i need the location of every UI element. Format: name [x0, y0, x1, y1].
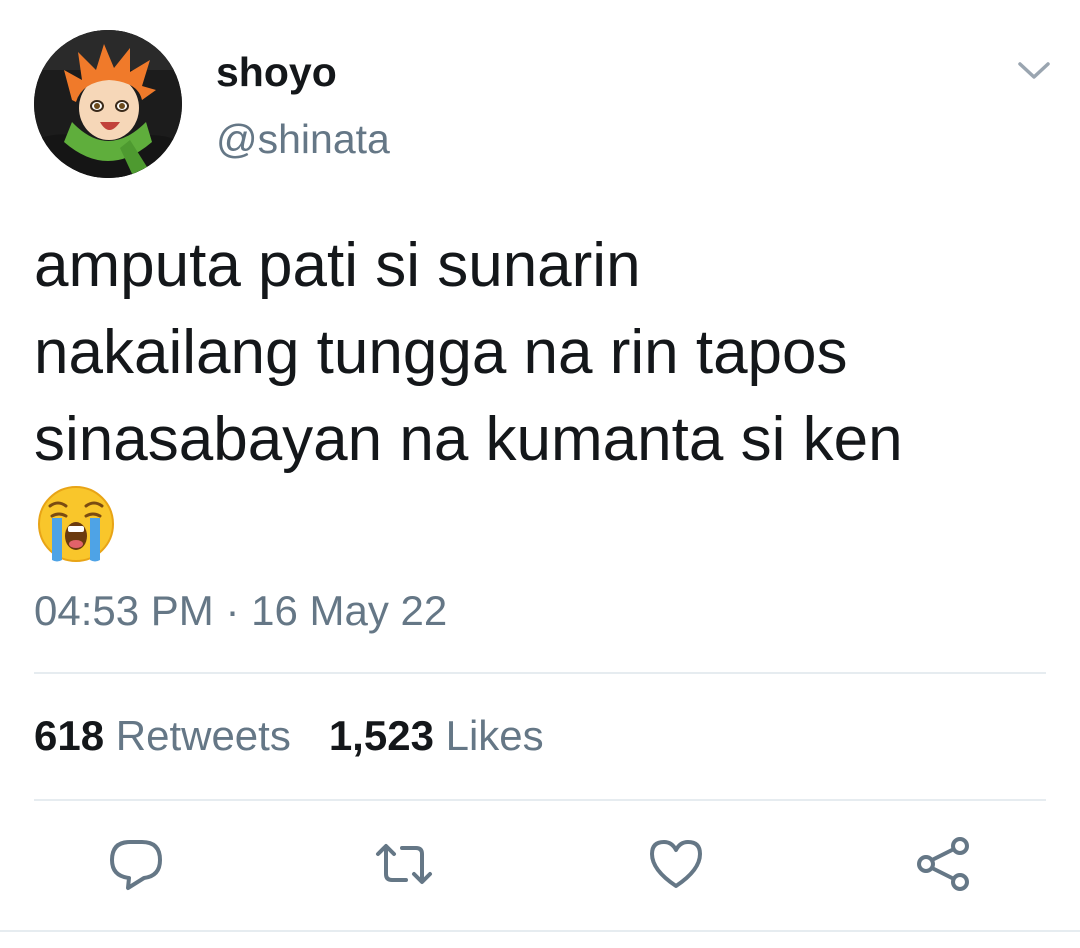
divider: [34, 799, 1046, 801]
tweet-text: amputa pati si sunarin nakailang tungga …: [34, 231, 903, 474]
heart-icon: [650, 840, 702, 888]
retweets-stat[interactable]: 618 Retweets: [34, 712, 291, 759]
share-icon: [917, 837, 969, 891]
display-name[interactable]: shoyo: [216, 48, 337, 96]
like-button[interactable]: [644, 832, 708, 896]
reply-icon: [110, 840, 162, 890]
likes-count: 1,523: [328, 712, 434, 759]
user-handle[interactable]: @shinata: [216, 114, 390, 164]
retweets-count: 618: [34, 712, 105, 759]
retweet-button[interactable]: [372, 832, 436, 896]
retweet-icon: [376, 844, 432, 884]
share-button[interactable]: [912, 832, 976, 896]
likes-label: Likes: [445, 712, 544, 759]
reply-button[interactable]: [104, 832, 168, 896]
tweet-timestamp[interactable]: 04:53 PM · 16 May 22: [34, 584, 447, 638]
divider: [34, 672, 1046, 674]
likes-stat[interactable]: 1,523 Likes: [329, 712, 544, 759]
avatar-image: [34, 30, 182, 178]
engagement-stats: 618 Retweets 1,523 Likes: [34, 706, 544, 766]
loudly-crying-face-icon: [36, 484, 116, 564]
chevron-down-icon[interactable]: [1012, 54, 1056, 86]
avatar[interactable]: [34, 30, 182, 178]
divider: [0, 930, 1080, 932]
retweets-label: Retweets: [115, 712, 291, 759]
